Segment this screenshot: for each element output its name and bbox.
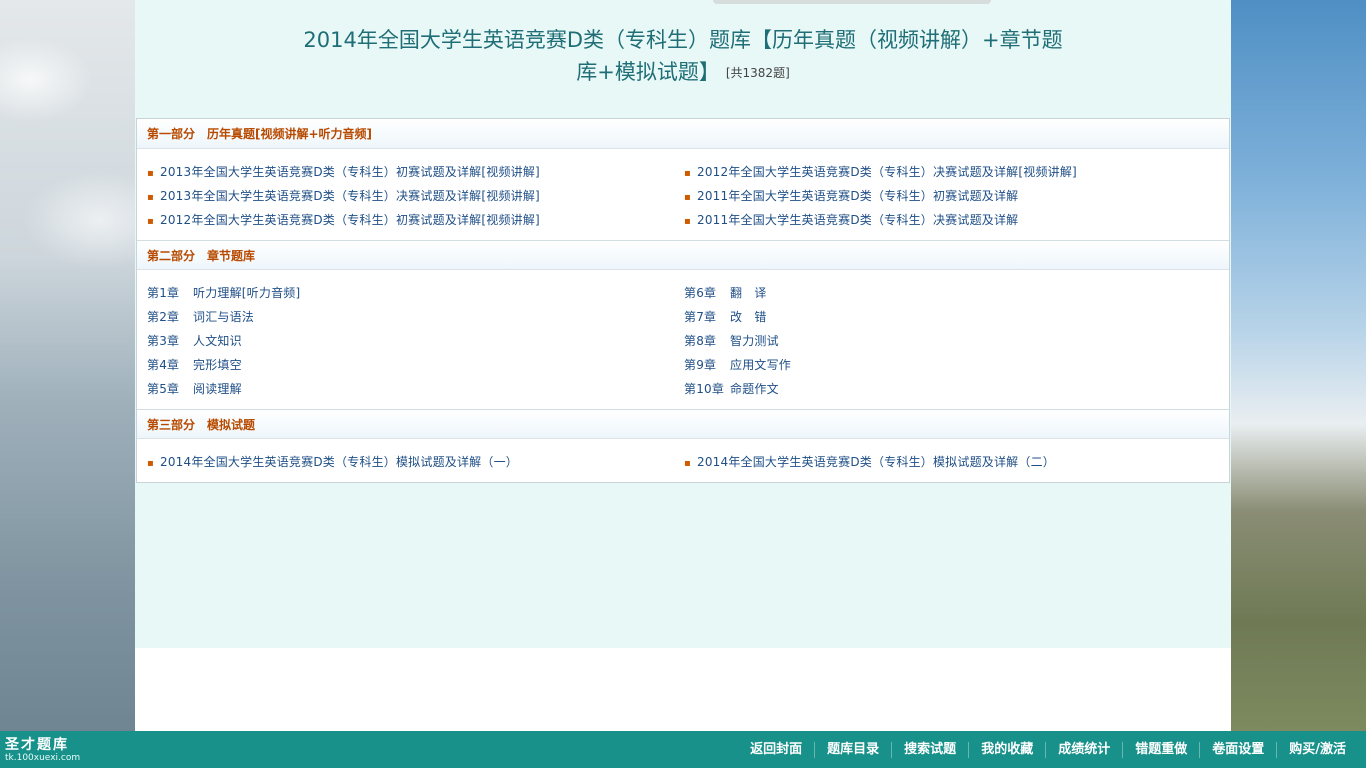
back-to-cover-button[interactable]: 返回封面 [738,742,814,758]
past-exam-link[interactable]: ▪ 2012年全国大学生英语竞赛D类（专科生）决赛试题及详解[视频讲解] [684,160,1221,184]
chapter-name: 命题作文 [730,382,779,396]
link-text: 2011年全国大学生英语竞赛D类（专科生）决赛试题及详解 [696,213,1019,227]
bullet-icon: ▪ [684,216,691,227]
chapter-link[interactable]: 第10章 命题作文 [684,377,1221,401]
chapter-link[interactable]: 第1章 听力理解[听力音频] [147,281,684,305]
search-questions-button[interactable]: 搜索试题 [891,741,968,758]
favorites-button[interactable]: 我的收藏 [968,741,1045,758]
title-line-2-text: 库+模拟试题】 [576,60,720,84]
bullet-icon: ▪ [684,168,691,179]
chapter-number: 第5章 [147,382,180,396]
background-left [0,0,135,731]
chapter-number: 第8章 [684,334,717,348]
chapter-name: 应用文写作 [730,358,792,372]
link-text: 2014年全国大学生英语竞赛D类（专科生）模拟试题及详解（一） [159,455,518,469]
bullet-icon: ▪ [684,192,691,203]
bullet-icon: ▪ [147,458,154,469]
bullet-icon: ▪ [147,192,154,203]
section-heading-3: 第三部分 模拟试题 [137,409,1229,439]
section-body-3: ▪ 2014年全国大学生英语竞赛D类（专科生）模拟试题及详解（一） ▪ 2014年全… [137,439,1229,482]
chapter-name: 改 错 [730,310,767,324]
catalog: 第一部分 历年真题[视频讲解+听力音频] ▪ 2013年全国大学生英语竞赛D类（专… [136,118,1230,483]
content-area: 2014年全国大学生英语竞赛D类（专科生）题库【历年真题（视频讲解）+章节题 库… [135,0,1231,648]
chapter-name: 听力理解[听力音频] [193,286,301,300]
top-tab-strip [713,0,991,4]
section-heading-1: 第一部分 历年真题[视频讲解+听力音频] [137,119,1229,149]
redo-wrong-button[interactable]: 错题重做 [1122,741,1199,758]
bottom-toolbar: 圣才题库 tk.100xuexi.com 返回封面 题库目录 搜索试题 我的收藏… [0,731,1366,768]
chapter-number: 第10章 [684,382,725,396]
section-body-1: ▪ 2013年全国大学生英语竞赛D类（专科生）初赛试题及详解[视频讲解] ▪ 201… [137,149,1229,240]
past-exam-link[interactable]: ▪ 2011年全国大学生英语竞赛D类（专科生）初赛试题及详解 [684,184,1221,208]
chapter-number: 第4章 [147,358,180,372]
background-right [1231,0,1366,731]
logo-name: 圣才题库 [5,737,69,753]
title-line-1: 2014年全国大学生英语竞赛D类（专科生）题库【历年真题（视频讲解）+章节题 [303,28,1063,52]
bullet-icon: ▪ [147,216,154,227]
link-text: 2012年全国大学生英语竞赛D类（专科生）初赛试题及详解[视频讲解] [159,213,540,227]
catalog-button[interactable]: 题库目录 [814,741,891,758]
chapter-number: 第9章 [684,358,717,372]
chapter-link[interactable]: 第6章翻 译 [684,281,1221,305]
page-settings-button[interactable]: 卷面设置 [1199,741,1276,758]
chapter-name: 人文知识 [193,334,242,348]
past-exam-link[interactable]: ▪ 2011年全国大学生英语竞赛D类（专科生）决赛试题及详解 [684,208,1221,232]
chapter-name: 阅读理解 [193,382,242,396]
chapter-number: 第6章 [684,286,717,300]
past-exam-link[interactable]: ▪ 2012年全国大学生英语竞赛D类（专科生）初赛试题及详解[视频讲解] [147,208,684,232]
logo-url: tk.100xuexi.com [5,753,81,763]
main-panel: 2014年全国大学生英语竞赛D类（专科生）题库【历年真题（视频讲解）+章节题 库… [135,0,1231,731]
chapter-link[interactable]: 第7章改 错 [684,305,1221,329]
past-exam-link[interactable]: ▪ 2013年全国大学生英语竞赛D类（专科生）决赛试题及详解[视频讲解] [147,184,684,208]
app-logo: 圣才题库 tk.100xuexi.com [5,737,80,764]
link-text: 2011年全国大学生英语竞赛D类（专科生）初赛试题及详解 [696,189,1019,203]
bullet-icon: ▪ [684,458,691,469]
chapter-link[interactable]: 第3章 人文知识 [147,329,684,353]
chapter-number: 第3章 [147,334,180,348]
chapter-name: 完形填空 [193,358,242,372]
bullet-icon: ▪ [147,168,154,179]
purchase-activate-button[interactable]: 购买/激活 [1276,741,1358,758]
chapter-number: 第1章 [147,286,180,300]
link-text: 2013年全国大学生英语竞赛D类（专科生）初赛试题及详解[视频讲解] [159,165,540,179]
page-title: 2014年全国大学生英语竞赛D类（专科生）题库【历年真题（视频讲解）+章节题 库… [285,24,1081,89]
question-count: [共1382题] [725,66,790,80]
chapter-link[interactable]: 第4章 完形填空 [147,353,684,377]
chapter-link[interactable]: 第2章 词汇与语法 [147,305,684,329]
chapter-link[interactable]: 第9章 应用文写作 [684,353,1221,377]
link-text: 2012年全国大学生英语竞赛D类（专科生）决赛试题及详解[视频讲解] [696,165,1077,179]
chapter-number: 第2章 [147,310,180,324]
chapter-link[interactable]: 第8章 智力测试 [684,329,1221,353]
chapter-name: 智力测试 [730,334,779,348]
mock-exam-link[interactable]: ▪ 2014年全国大学生英语竞赛D类（专科生）模拟试题及详解（一） [147,450,684,474]
chapter-name: 翻 译 [730,286,767,300]
section-heading-2: 第二部分 章节题库 [137,240,1229,270]
chapter-name: 词汇与语法 [193,310,255,324]
title-line-2: 库+模拟试题】 [共1382题] [285,56,1081,89]
toolbar-nav: 返回封面 题库目录 搜索试题 我的收藏 成绩统计 错题重做 卷面设置 购买/激活 [738,731,1358,768]
score-stats-button[interactable]: 成绩统计 [1045,741,1122,758]
chapter-number: 第7章 [684,310,717,324]
chapter-link[interactable]: 第5章 阅读理解 [147,377,684,401]
link-text: 2013年全国大学生英语竞赛D类（专科生）决赛试题及详解[视频讲解] [159,189,540,203]
mock-exam-link[interactable]: ▪ 2014年全国大学生英语竞赛D类（专科生）模拟试题及详解（二） [684,450,1221,474]
link-text: 2014年全国大学生英语竞赛D类（专科生）模拟试题及详解（二） [696,455,1055,469]
past-exam-link[interactable]: ▪ 2013年全国大学生英语竞赛D类（专科生）初赛试题及详解[视频讲解] [147,160,684,184]
section-body-2: 第1章 听力理解[听力音频] 第6章翻 译 第2章 词汇与语法 第7章改 错 第3章… [137,270,1229,409]
